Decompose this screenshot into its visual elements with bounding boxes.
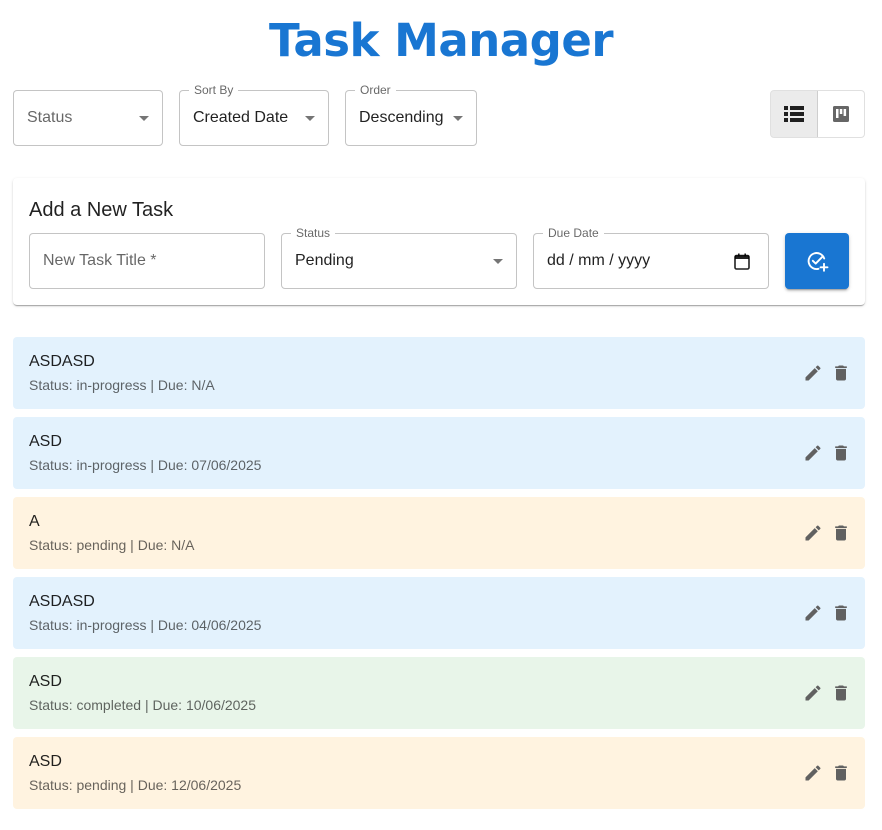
task-item: ASD Status: in-progress | Due: 07/06/202…: [13, 417, 865, 489]
trash-icon: [835, 525, 847, 541]
dropdown-arrow-icon: [305, 116, 315, 121]
delete-button[interactable]: [829, 521, 853, 545]
sort-by-select[interactable]: Sort By Created Date: [179, 83, 329, 146]
task-title-placeholder: New Task Title *: [43, 252, 157, 269]
new-task-status-label: Status: [291, 226, 336, 240]
task-title: ASDASD: [29, 593, 95, 610]
edit-pencil-icon: [805, 605, 821, 621]
trash-icon: [835, 365, 847, 381]
task-status-due: Status: completed | Due: 10/06/2025: [29, 697, 257, 713]
order-label: Order: [355, 83, 396, 97]
due-date-placeholder: dd / mm / yyyy: [547, 252, 651, 269]
task-title: ASD: [29, 433, 62, 450]
trash-icon: [835, 445, 847, 461]
edit-pencil-icon: [805, 365, 821, 381]
task-title: ASD: [29, 673, 62, 690]
edit-button[interactable]: [801, 521, 825, 545]
order-select[interactable]: Order Descending: [345, 83, 477, 146]
add-task-icon: [807, 252, 829, 272]
due-date-input[interactable]: Due Date dd / mm / yyyy: [533, 226, 769, 289]
status-filter-placeholder: Status: [27, 109, 73, 126]
dropdown-arrow-icon: [453, 116, 463, 121]
calendar-icon[interactable]: [734, 253, 750, 270]
due-date-label: Due Date: [543, 226, 604, 240]
new-task-status-value: Pending: [295, 252, 354, 269]
delete-button[interactable]: [829, 601, 853, 625]
task-status-due: Status: in-progress | Due: N/A: [29, 377, 215, 393]
edit-pencil-icon: [805, 445, 821, 461]
task-item: ASD Status: completed | Due: 10/06/2025: [13, 657, 865, 729]
delete-button[interactable]: [829, 361, 853, 385]
view-toggle-group: [770, 90, 865, 138]
task-status-due: Status: in-progress | Due: 07/06/2025: [29, 457, 262, 473]
edit-button[interactable]: [801, 441, 825, 465]
task-status-due: Status: in-progress | Due: 04/06/2025: [29, 617, 262, 633]
edit-pencil-icon: [805, 765, 821, 781]
task-item: ASDASD Status: in-progress | Due: 04/06/…: [13, 577, 865, 649]
add-task-card: Add a New Task New Task Title * Status P…: [13, 178, 865, 305]
edit-button[interactable]: [801, 361, 825, 385]
task-item: ASD Status: pending | Due: 12/06/2025: [13, 737, 865, 809]
trash-icon: [835, 685, 847, 701]
delete-button[interactable]: [829, 441, 853, 465]
add-task-button[interactable]: [785, 233, 849, 289]
delete-button[interactable]: [829, 761, 853, 785]
edit-pencil-icon: [805, 525, 821, 541]
list-view-icon: [783, 106, 804, 122]
edit-button[interactable]: [801, 681, 825, 705]
sort-by-label: Sort By: [189, 83, 239, 97]
task-title: A: [29, 513, 40, 530]
add-task-heading: Add a New Task: [29, 199, 174, 221]
trash-icon: [835, 765, 847, 781]
board-view-icon: [832, 106, 849, 122]
edit-button[interactable]: [801, 601, 825, 625]
sort-by-value: Created Date: [193, 109, 289, 126]
edit-button[interactable]: [801, 761, 825, 785]
task-status-due: Status: pending | Due: 12/06/2025: [29, 777, 242, 793]
new-task-status-select[interactable]: Status Pending: [281, 226, 517, 289]
page-title: Task Manager: [268, 14, 614, 67]
edit-pencil-icon: [805, 685, 821, 701]
task-title-input[interactable]: New Task Title *: [29, 233, 265, 289]
task-item: A Status: pending | Due: N/A: [13, 497, 865, 569]
status-filter-select[interactable]: Status: [13, 90, 163, 146]
task-title: ASD: [29, 753, 62, 770]
order-value: Descending: [359, 109, 444, 126]
delete-button[interactable]: [829, 681, 853, 705]
dropdown-arrow-icon: [139, 116, 149, 121]
dropdown-arrow-icon: [493, 259, 503, 264]
trash-icon: [835, 605, 847, 621]
task-title: ASDASD: [29, 353, 95, 370]
task-item: ASDASD Status: in-progress | Due: N/A: [13, 337, 865, 409]
list-view-button[interactable]: [771, 91, 818, 137]
task-status-due: Status: pending | Due: N/A: [29, 537, 195, 553]
board-view-button[interactable]: [818, 91, 864, 137]
